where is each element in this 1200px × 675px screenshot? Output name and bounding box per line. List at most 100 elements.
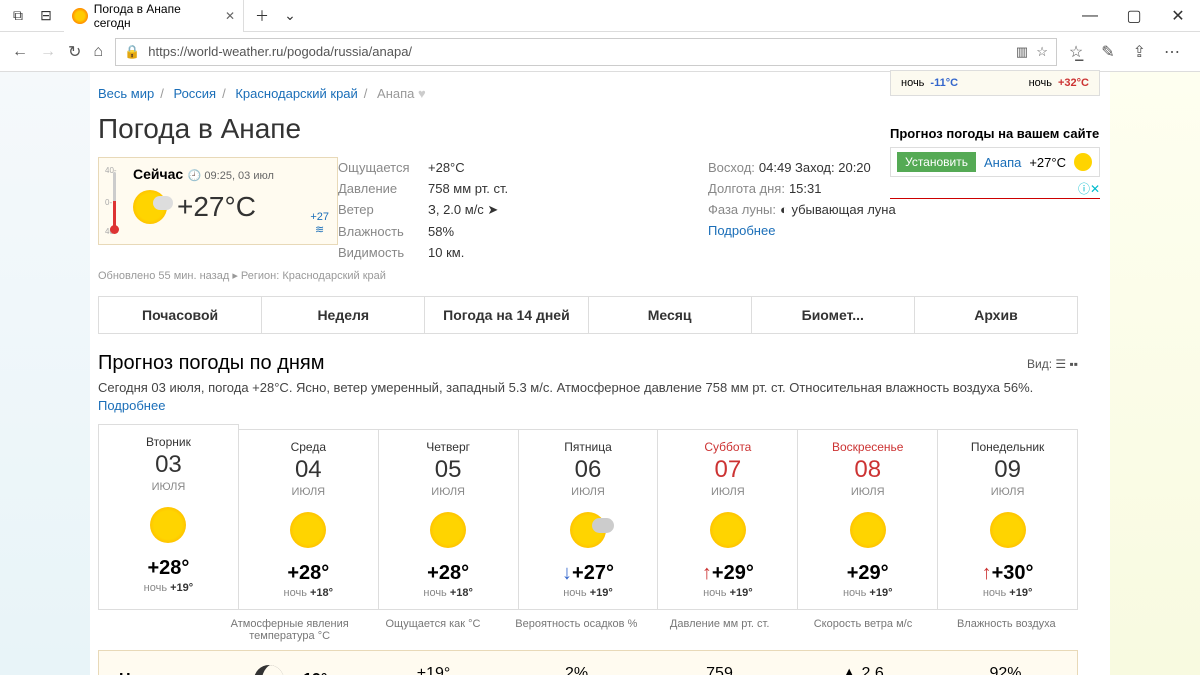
tab-item[interactable]: Погода на 14 дней: [425, 297, 588, 333]
view-toggle[interactable]: Вид: ☰ ▪▪: [1027, 357, 1078, 371]
details-more-link[interactable]: Подробнее: [708, 223, 775, 238]
day-of-week: Суббота: [662, 440, 793, 454]
day-high: ↑+29°: [662, 562, 793, 585]
detail-value: 758 мм рт. ст.: [428, 181, 508, 196]
detail-header: Вероятность осадков %: [505, 618, 648, 642]
day-weather-icon: [150, 507, 186, 543]
detail-col-1: Ощущается+28°CДавление758 мм рт. ст.Вете…: [338, 157, 708, 263]
day-of-week: Понедельник: [942, 440, 1073, 454]
day-of-week: Среда: [243, 440, 374, 454]
forecast-desc: Сегодня 03 июля, погода +28°C. Ясно, вет…: [98, 379, 1078, 415]
day-month: июля: [942, 486, 1073, 498]
breadcrumb-region[interactable]: Краснодарский край: [235, 86, 357, 101]
day-high: ↓+27°: [523, 562, 654, 585]
tab-close-icon[interactable]: ✕: [225, 9, 235, 23]
reading-view-icon[interactable]: ▥: [1016, 44, 1028, 60]
day-card[interactable]: Воскресенье 08 июля +29° ночь +19°: [798, 430, 938, 609]
night-precip: 2%: [505, 665, 648, 675]
day-month: июля: [103, 481, 234, 493]
browser-tab[interactable]: Погода в Анапе сегодн ✕: [64, 0, 244, 32]
day-card[interactable]: Понедельник 09 июля ↑+30° ночь +19°: [938, 430, 1078, 609]
breadcrumb-world[interactable]: Весь мир: [98, 86, 154, 101]
install-button[interactable]: Установить: [897, 152, 976, 172]
home-button[interactable]: ⌂: [93, 43, 103, 61]
forward-button[interactable]: →: [40, 43, 56, 61]
day-low: ночь +18°: [383, 587, 514, 599]
sidebar: ночь -11°C ночь +32°C Прогноз погоды на …: [890, 70, 1100, 177]
left-gutter: [0, 72, 90, 675]
tab-actions-icon[interactable]: ⧉: [8, 6, 28, 26]
current-time: 🕘 09:25, 03 июл: [188, 170, 274, 182]
night-temp: +19°: [219, 665, 362, 675]
day-of-week: Пятница: [523, 440, 654, 454]
tab-item[interactable]: Почасовой: [99, 297, 262, 333]
current-temp: +27°C: [177, 191, 256, 223]
day-low: ночь +19°: [523, 587, 654, 599]
day-weather-icon: [430, 512, 466, 548]
refresh-button[interactable]: ↻: [68, 42, 81, 62]
tab-menu-icon[interactable]: ⌄: [280, 6, 300, 26]
day-card[interactable]: Среда 04 июля +28° ночь +18°: [239, 430, 379, 609]
day-number: 05: [383, 456, 514, 484]
day-high: +28°: [103, 557, 234, 580]
ad-close-icon[interactable]: ⓘ✕: [1078, 180, 1100, 197]
ad-divider: [890, 198, 1100, 199]
address-bar[interactable]: 🔒 https://world-weather.ru/pogoda/russia…: [115, 38, 1057, 66]
notes-icon[interactable]: ✎: [1101, 42, 1114, 62]
minimize-button[interactable]: —: [1068, 0, 1112, 32]
favorites-icon[interactable]: ☆̲: [1069, 42, 1083, 62]
detail-label: Ветер: [338, 202, 428, 218]
forecast-more-link[interactable]: Подробнее: [98, 398, 165, 413]
tab-favicon-icon: [72, 8, 88, 24]
widget-city[interactable]: Анапа: [984, 155, 1021, 170]
favorite-heart-icon[interactable]: ♥: [418, 86, 426, 101]
thermometer-icon: 40- 0- 40-: [105, 166, 119, 236]
day-card[interactable]: Пятница 06 июля ↓+27° ночь +19°: [519, 430, 659, 609]
record-box: ночь -11°C ночь +32°C: [890, 70, 1100, 96]
url-text: https://world-weather.ru/pogoda/russia/a…: [148, 44, 412, 59]
more-icon[interactable]: ⋯: [1164, 42, 1180, 62]
tab-preview-icon[interactable]: ⊟: [36, 6, 56, 26]
detail-value: 15:31: [789, 181, 822, 196]
detail-header: Давление мм рт. ст.: [648, 618, 791, 642]
night-wind: ▲ 2.6: [791, 665, 934, 675]
day-number: 04: [243, 456, 374, 484]
tab-item[interactable]: Неделя: [262, 297, 425, 333]
tab-item[interactable]: Биомет...: [752, 297, 915, 333]
close-button[interactable]: ✕: [1156, 0, 1200, 32]
day-high: +29°: [802, 562, 933, 585]
day-high: ↑+30°: [942, 562, 1073, 585]
day-low: ночь +19°: [103, 582, 234, 594]
new-tab-button[interactable]: ＋: [252, 6, 272, 26]
right-gutter: [1110, 72, 1200, 675]
moon-icon: [254, 665, 284, 675]
weather-sun-icon: [133, 190, 167, 224]
day-of-week: Воскресенье: [802, 440, 933, 454]
day-card[interactable]: Суббота 07 июля ↑+29° ночь +19°: [658, 430, 798, 609]
day-number: 03: [103, 451, 234, 479]
detail-label: Влажность: [338, 224, 428, 239]
current-box: 40- 0- 40- Сейчас 🕘 09:25, 03 июл +27°C: [98, 157, 338, 245]
day-card[interactable]: Вторник 03 июля +28° ночь +19°: [98, 424, 239, 609]
night-row: Ночь +19° +19° 2% 759 ▲ 2.6 92%: [98, 650, 1078, 675]
tab-item[interactable]: Месяц: [589, 297, 752, 333]
detail-value: З, 2.0 м/с ➤: [428, 202, 498, 218]
back-button[interactable]: ←: [12, 43, 28, 61]
favorite-icon[interactable]: ☆: [1036, 44, 1048, 60]
detail-header: Скорость ветра м/с: [791, 618, 934, 642]
detail-label: Восход:: [708, 160, 755, 175]
day-cards: Вторник 03 июля +28° ночь +19° Среда 04 …: [98, 429, 1078, 610]
detail-value: ◐ убывающая луна: [780, 202, 896, 217]
day-high: +28°: [383, 562, 514, 585]
lock-icon: 🔒: [124, 44, 140, 60]
detail-header: Ощущается как °C: [361, 618, 504, 642]
day-low: ночь +18°: [243, 587, 374, 599]
breadcrumb-country[interactable]: Россия: [173, 86, 216, 101]
period-label: Ночь: [119, 671, 219, 675]
share-icon[interactable]: ⇪: [1133, 42, 1146, 62]
widget-title: Прогноз погоды на вашем сайте: [890, 126, 1100, 141]
day-month: июля: [243, 486, 374, 498]
day-card[interactable]: Четверг 05 июля +28° ночь +18°: [379, 430, 519, 609]
maximize-button[interactable]: ▢: [1112, 0, 1156, 32]
tab-item[interactable]: Архив: [915, 297, 1077, 333]
